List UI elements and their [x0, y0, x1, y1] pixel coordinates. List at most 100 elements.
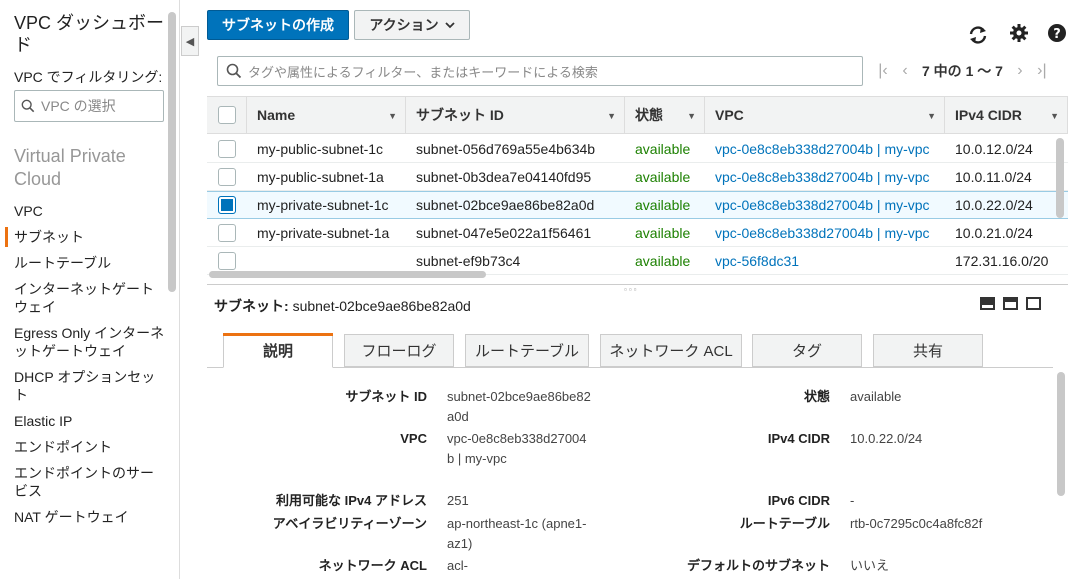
sort-caret-icon: ▼: [388, 111, 397, 121]
column-header-name[interactable]: Name ▼: [247, 96, 406, 134]
detail-value-network-acl-link[interactable]: acl-: [447, 556, 597, 576]
sidebar: VPC ダッシュボード VPC でフィルタリング: VPC の選択 Virtua…: [0, 0, 180, 579]
sidebar-item-egress-only-igw[interactable]: Egress Only インターネットゲートウェイ: [0, 320, 166, 364]
sidebar-item-route-tables[interactable]: ルートテーブル: [0, 250, 166, 276]
select-all-header: [207, 96, 247, 134]
prev-page-icon[interactable]: ‹: [894, 62, 916, 80]
row-vpc-link[interactable]: vpc-56f8dc31: [705, 253, 945, 269]
splitter-grip-icon[interactable]: ▫▫▫: [624, 285, 639, 294]
vpc-select[interactable]: VPC の選択: [14, 90, 164, 122]
gear-icon[interactable]: [1008, 22, 1030, 44]
sidebar-item-nat-gateways[interactable]: NAT ゲートウェイ: [0, 504, 166, 530]
sidebar-item-vpc[interactable]: VPC: [0, 198, 166, 224]
pane-size-controls: [980, 297, 1041, 310]
table-horizontal-scrollbar[interactable]: [209, 271, 486, 278]
column-header-vpc[interactable]: VPC ▼: [705, 96, 945, 134]
row-state: available: [635, 252, 691, 269]
sidebar-item-endpoint-services[interactable]: エンドポイントのサービス: [0, 460, 166, 504]
detail-key-ipv6-cidr: IPv6 CIDR: [767, 493, 830, 508]
table-vertical-scrollbar[interactable]: [1056, 138, 1064, 218]
column-header-state[interactable]: 状態 ▼: [625, 96, 705, 134]
pane-half-icon[interactable]: [1003, 297, 1018, 310]
first-page-icon[interactable]: |‹: [872, 62, 894, 80]
tab-network-acl[interactable]: ネットワーク ACL: [600, 334, 742, 367]
detail-heading-value: subnet-02bce9ae86be82a0d: [292, 298, 471, 314]
detail-tabs: 説明 フローログ ルートテーブル ネットワーク ACL タグ 共有: [207, 332, 1053, 368]
sidebar-item-elastic-ip[interactable]: Elastic IP: [0, 408, 166, 434]
row-cidr: 10.0.22.0/24: [955, 197, 1033, 213]
column-header-ipv4-cidr[interactable]: IPv4 CIDR ▼: [945, 96, 1068, 134]
detail-vertical-scrollbar[interactable]: [1057, 372, 1065, 496]
detail-value-vpc-link[interactable]: vpc-0e8c8eb338d27004b | my-vpc: [447, 429, 587, 469]
row-vpc-link[interactable]: vpc-0e8c8eb338d27004b | my-vpc: [705, 197, 945, 213]
row-cidr: 10.0.12.0/24: [955, 140, 1033, 157]
detail-key-subnet-id: サブネット ID: [345, 389, 427, 404]
refresh-icon[interactable]: [967, 24, 989, 46]
actions-label: アクション: [369, 17, 439, 33]
tab-route-table[interactable]: ルートテーブル: [465, 334, 589, 367]
row-cidr: 10.0.21.0/24: [955, 224, 1033, 241]
row-subnet-id: subnet-0b3dea7e04140fd95: [416, 168, 592, 185]
sort-caret-icon: ▼: [607, 111, 616, 121]
create-subnet-button[interactable]: サブネットの作成: [207, 10, 349, 40]
sidebar-title[interactable]: VPC ダッシュボード: [14, 12, 164, 56]
row-name: my-private-subnet-1c: [257, 197, 389, 213]
column-label: VPC: [715, 107, 744, 123]
last-page-icon[interactable]: ›|: [1031, 62, 1053, 80]
detail-value-route-table-link[interactable]: rtb-0c7295c0c4a8fc82f: [850, 514, 1040, 534]
subnets-table: Name ▼ サブネット ID ▼ 状態 ▼ VPC ▼ IPv4 CIDR ▼ my-p…: [207, 96, 1068, 280]
table-row[interactable]: my-public-subnet-1c subnet-056d769a55e4b…: [207, 135, 1068, 163]
row-state: available: [635, 140, 691, 157]
row-vpc-link[interactable]: vpc-0e8c8eb338d27004b | my-vpc: [705, 225, 945, 241]
actions-dropdown[interactable]: アクション: [354, 10, 470, 40]
row-state: available: [635, 168, 691, 185]
sidebar-item-dhcp-options[interactable]: DHCP オプションセット: [0, 364, 166, 408]
tab-sharing[interactable]: 共有: [873, 334, 983, 367]
pane-maximize-icon[interactable]: [1026, 297, 1041, 310]
detail-value-available-ipv4: 251: [447, 493, 469, 508]
sort-caret-icon: ▼: [1050, 111, 1059, 121]
filter-search-input[interactable]: タグや属性によるフィルター、またはキーワードによる検索: [217, 56, 863, 86]
row-checkbox[interactable]: [218, 251, 236, 270]
row-checkbox-checked[interactable]: [218, 196, 236, 214]
pagination: |‹ ‹ 7 中の 1 ～ 7 › ›|: [872, 60, 1062, 82]
pane-minimize-icon[interactable]: [980, 297, 995, 310]
table-row[interactable]: my-private-subnet-1a subnet-047e5e022a1f…: [207, 219, 1068, 247]
sidebar-section-heading: Virtual Private Cloud: [14, 146, 126, 189]
tab-description[interactable]: 説明: [223, 333, 333, 368]
table-row-selected[interactable]: my-private-subnet-1c subnet-02bce9ae86be…: [207, 191, 1068, 219]
row-cell-select: [207, 139, 247, 158]
search-placeholder: タグや属性によるフィルター、またはキーワードによる検索: [248, 64, 598, 80]
row-vpc-link[interactable]: vpc-0e8c8eb338d27004b | my-vpc: [705, 169, 945, 185]
next-page-icon[interactable]: ›: [1009, 62, 1031, 80]
row-subnet-id: subnet-02bce9ae86be82a0d: [416, 197, 595, 213]
column-header-subnet-id[interactable]: サブネット ID ▼: [406, 96, 625, 134]
tab-tags[interactable]: タグ: [752, 334, 862, 367]
sidebar-item-subnets[interactable]: サブネット: [0, 224, 166, 250]
sidebar-item-internet-gateways[interactable]: インターネットゲートウェイ: [0, 276, 166, 320]
select-all-checkbox[interactable]: [217, 106, 236, 124]
row-vpc-link[interactable]: vpc-0e8c8eb338d27004b | my-vpc: [705, 141, 945, 157]
table-row[interactable]: my-public-subnet-1a subnet-0b3dea7e04140…: [207, 163, 1068, 191]
row-checkbox[interactable]: [218, 167, 236, 186]
sidebar-item-endpoints[interactable]: エンドポイント: [0, 434, 166, 460]
row-checkbox[interactable]: [218, 223, 236, 242]
row-checkbox[interactable]: [218, 139, 236, 158]
detail-key-ipv4-cidr: IPv4 CIDR: [767, 431, 830, 446]
row-name: my-private-subnet-1a: [257, 224, 390, 241]
collapse-sidebar-button[interactable]: ◀: [181, 26, 199, 56]
sidebar-scrollbar[interactable]: [168, 12, 176, 292]
row-state: available: [635, 224, 691, 241]
detail-value-default-subnet: いいえ: [850, 558, 890, 573]
column-label: サブネット ID: [416, 107, 504, 123]
detail-key-default-subnet: デフォルトのサブネット: [686, 558, 830, 573]
row-cidr: 10.0.11.0/24: [955, 168, 1032, 185]
tab-flow-logs[interactable]: フローログ: [344, 334, 454, 367]
help-icon[interactable]: ?: [1046, 22, 1068, 44]
detail-value-ipv4-cidr: 10.0.22.0/24: [850, 431, 923, 446]
column-label: Name: [257, 107, 296, 123]
detail-heading: サブネット: subnet-02bce9ae86be82a0d: [214, 296, 471, 316]
detail-value-state: available: [850, 389, 902, 404]
row-subnet-id: subnet-056d769a55e4b634b: [416, 140, 596, 157]
row-cidr: 172.31.16.0/20: [955, 252, 1049, 269]
